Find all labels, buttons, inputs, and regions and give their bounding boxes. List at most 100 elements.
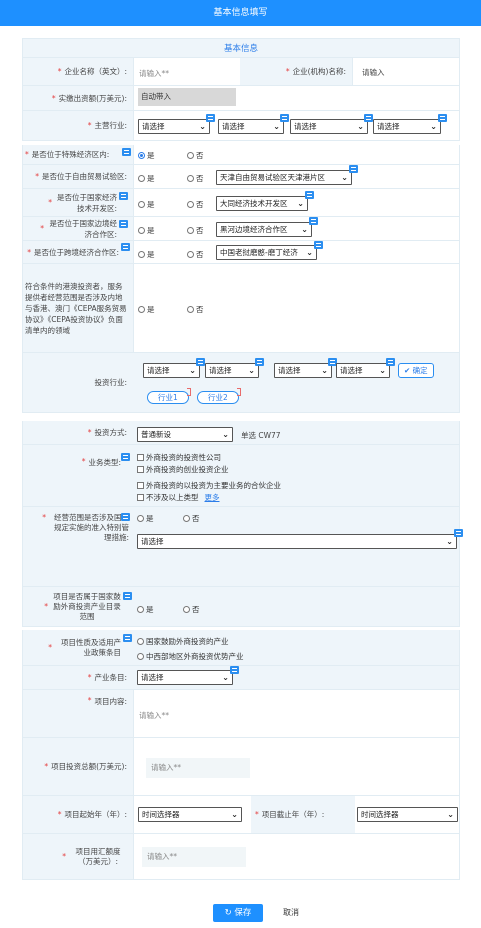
industry-select-1[interactable]: 请选择 ⌄ <box>138 119 210 134</box>
ftz-radio-yes[interactable]: 是 <box>138 173 155 184</box>
biz-check-2[interactable]: 外商投资的创业投资企业 <box>137 464 229 475</box>
invest-method-select[interactable]: 普通新设 ⌄ <box>137 427 233 442</box>
sez-radio-no[interactable]: 否 <box>187 150 204 161</box>
company-cn-cell: 请输入 <box>352 58 459 85</box>
total-input[interactable]: 请输入** <box>146 758 250 778</box>
end-cell: 时间选择器 ⌄ <box>355 796 459 833</box>
industry-tag-2[interactable]: 行业2 <box>197 391 239 404</box>
row-sez: * 是否位于特殊经济区内: 是 否 <box>22 145 460 165</box>
crossborder-radio-no[interactable]: 否 <box>187 249 204 260</box>
scope-select[interactable]: 请选择 ⌄ <box>137 534 457 549</box>
border-cell: 是 否 黑河边境经济合作区 ⌄ <box>133 217 459 240</box>
list-icon <box>121 513 130 521</box>
industry-select-2[interactable]: 请选择 ⌄ <box>218 119 284 134</box>
more-link[interactable]: 更多 <box>205 492 220 503</box>
row-invest-industry: 投资行业: 请选择 ⌄ 请选择 ⌄ 请选择 ⌄ 请选择 ⌄ ✔ 确定 行业1 行业2 <box>22 353 460 413</box>
invest-select-1[interactable]: 请选择 ⌄ <box>143 363 200 378</box>
row-policy: * 项目性质及适用产业政策条目 国家鼓励外商投资的产业 中西部地区外商投资优势产业 <box>22 630 460 666</box>
capital-label: * 实缴出资额(万美元): <box>51 93 127 103</box>
end-label: * 项目截止年（年）: <box>255 810 325 819</box>
company-cn-label: * 企业(机构)名称: <box>285 67 346 76</box>
cancel-button[interactable]: 取消 <box>276 904 306 922</box>
end-year-select[interactable]: 时间选择器 ⌄ <box>357 807 458 822</box>
devzone-label: * 是否位于国家经济技术开发区: <box>48 192 117 213</box>
devzone-radio-no[interactable]: 否 <box>187 199 204 210</box>
biz-check-1[interactable]: 外商投资的投资性公司 <box>137 452 221 463</box>
entry-select[interactable]: 请选择 ⌄ <box>137 670 233 685</box>
invest-select-4[interactable]: 请选择 ⌄ <box>336 363 390 378</box>
industry-cell: 请选择 ⌄ 请选择 ⌄ 请选择 ⌄ 请选择 ⌄ <box>133 111 459 140</box>
border-radio-yes[interactable]: 是 <box>138 225 155 236</box>
ftz-radio-no[interactable]: 否 <box>187 173 204 184</box>
confirm-button[interactable]: ✔ 确定 <box>398 363 434 378</box>
devzone-select[interactable]: 大同经济技术开发区 ⌄ <box>216 196 308 211</box>
forex-input[interactable]: 请输入** <box>142 847 246 867</box>
invest-industry-cell: 请选择 ⌄ 请选择 ⌄ 请选择 ⌄ 请选择 ⌄ ✔ 确定 行业1 行业2 <box>133 353 459 412</box>
sez-label: * 是否位于特殊经济区内: <box>25 150 110 159</box>
cepa-radio-no[interactable]: 否 <box>187 304 204 315</box>
list-icon <box>280 114 289 122</box>
entry-cell: 请选择 ⌄ <box>133 666 459 689</box>
policy-radio-1[interactable]: 国家鼓励外商投资的产业 <box>137 636 229 647</box>
list-icon <box>314 241 323 249</box>
list-icon <box>438 114 447 122</box>
industry-select-3[interactable]: 请选择 ⌄ <box>290 119 368 134</box>
encourage-radio-no[interactable]: 否 <box>183 604 200 615</box>
encourage-radio-yes[interactable]: 是 <box>137 604 154 615</box>
encourage-label: * 项目是否属于国家鼓励外商投资产业目录范围 <box>44 591 121 621</box>
row-years: * 项目起始年（年）: 时间选择器 ⌄ * 项目截止年（年）: 时间选择器 ⌄ <box>22 796 460 834</box>
invest-select-2[interactable]: 请选择 ⌄ <box>205 363 259 378</box>
list-icon <box>255 358 264 366</box>
section-title: 基本信息 <box>22 38 460 58</box>
industry-tag-1[interactable]: 行业1 <box>147 391 189 404</box>
sez-cell: 是 否 <box>133 145 459 164</box>
invest-method-label: * 投资方式: <box>87 428 127 437</box>
border-radio-no[interactable]: 否 <box>187 225 204 236</box>
cepa-radio-yes[interactable]: 是 <box>138 304 155 315</box>
row-encourage: * 项目是否属于国家鼓励外商投资产业目录范围 是 否 <box>22 587 460 627</box>
industry-select-4[interactable]: 请选择 ⌄ <box>373 119 441 134</box>
cepa-cell: 是 否 <box>133 264 459 352</box>
row-capital: * 实缴出资额(万美元): 自动带入 <box>22 86 460 111</box>
border-select[interactable]: 黑河边境经济合作区 ⌄ <box>216 222 312 237</box>
row-scope: * 经营范围是否涉及国家规定实施的准入特别管理措施: 是 否 请选择 ⌄ <box>22 507 463 587</box>
crossborder-select[interactable]: 中国老挝磨憨-磨丁经济 ⌄ <box>216 245 317 260</box>
biz-check-3[interactable]: 外商投资的以投资为主要业务的合伙企业 <box>137 480 281 491</box>
forex-cell: 请输入** <box>133 834 459 879</box>
crossborder-radio-yes[interactable]: 是 <box>138 249 155 260</box>
company-cn-input[interactable]: 请输入 <box>362 67 385 78</box>
invest-select-3[interactable]: 请选择 ⌄ <box>274 363 332 378</box>
start-year-select[interactable]: 时间选择器 ⌄ <box>138 807 242 822</box>
save-button[interactable]: ↻ 保存 <box>213 904 263 922</box>
tag-remove-icon[interactable] <box>237 388 241 396</box>
crossborder-label: * 是否位于跨境经济合作区: <box>27 247 119 257</box>
page-title: 基本信息填写 <box>213 8 268 18</box>
biz-type-cell: 外商投资的投资性公司 外商投资的创业投资企业 外商投资的以投资为主要业务的合伙企… <box>133 445 459 506</box>
list-icon <box>196 358 205 366</box>
devzone-radio-yes[interactable]: 是 <box>138 199 155 210</box>
start-label: * 项目起始年（年）: <box>57 810 127 819</box>
list-icon <box>123 592 132 600</box>
cepa-label: 符合条件的港澳投资者，服务提供者经营范围是否涉及内地与香港、澳门《CEPA服务贸… <box>25 281 127 335</box>
crossborder-cell: 是 否 中国老挝磨憨-磨丁经济 ⌄ <box>133 241 459 263</box>
border-label: * 是否位于国家边境经济合作区: <box>40 218 117 239</box>
page-header: 基本信息填写 <box>0 0 481 26</box>
row-content: * 项目内容: 请输入** <box>22 690 460 738</box>
capital-cell: 自动带入 <box>133 86 459 110</box>
list-icon <box>119 192 128 200</box>
row-invest-method: * 投资方式: 普通新设 ⌄ 单选 CW77 <box>22 421 460 445</box>
row-cepa: 符合条件的港澳投资者，服务提供者经营范围是否涉及内地与香港、澳门《CEPA服务贸… <box>22 264 460 353</box>
tag-remove-icon[interactable] <box>187 388 191 396</box>
scope-radio-yes[interactable]: 是 <box>137 513 154 524</box>
scope-radio-no[interactable]: 否 <box>183 513 200 524</box>
sez-radio-yes[interactable]: 是 <box>138 150 155 161</box>
company-en-label: * 企业名称（英文）: <box>57 67 127 76</box>
list-icon <box>121 453 130 461</box>
row-crossborder: * 是否位于跨境经济合作区: 是 否 中国老挝磨憨-磨丁经济 ⌄ <box>22 241 460 264</box>
biz-check-4[interactable]: 不涉及以上类型 更多 <box>137 492 220 503</box>
content-input[interactable]: 请输入** <box>139 710 169 721</box>
company-en-input[interactable]: 请输入** <box>139 68 169 79</box>
ftz-select[interactable]: 天津自由贸易试验区天津港片区 ⌄ <box>216 170 352 185</box>
policy-radio-2[interactable]: 中西部地区外商投资优势产业 <box>137 651 244 662</box>
list-icon <box>309 217 318 225</box>
